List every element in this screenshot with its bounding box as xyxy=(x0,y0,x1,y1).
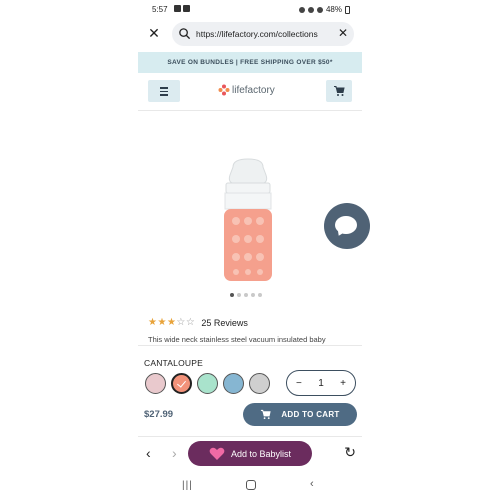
gallery-dots xyxy=(230,293,262,297)
add-to-babylist-button[interactable]: Add to Babylist xyxy=(188,441,312,466)
star-rating: ★★★☆☆ xyxy=(148,317,196,328)
status-time: 5:57 xyxy=(152,5,168,14)
notification-icons xyxy=(174,5,190,12)
chat-button[interactable] xyxy=(324,203,370,249)
gallery-dot[interactable] xyxy=(258,293,262,297)
gallery-dot[interactable] xyxy=(244,293,248,297)
url-text[interactable]: https://lifefactory.com/collections xyxy=(196,29,326,39)
recent-apps-icon[interactable]: ||| xyxy=(182,480,193,491)
quantity-stepper: − 1 + xyxy=(286,370,356,396)
close-tab-icon[interactable]: ✕ xyxy=(146,25,162,41)
site-logo[interactable]: lifefactory xyxy=(218,84,275,96)
reviews-link[interactable]: 25 Reviews xyxy=(201,318,248,328)
add-to-cart-button[interactable]: ADD TO CART xyxy=(243,403,357,426)
cart-icon xyxy=(334,86,345,96)
cart-icon xyxy=(261,409,272,420)
status-right: 48% xyxy=(298,5,350,14)
color-swatches xyxy=(145,373,270,394)
product-image[interactable] xyxy=(198,155,298,290)
clear-url-icon[interactable]: ✕ xyxy=(338,26,348,40)
color-label: CANTALOUPE xyxy=(144,358,203,368)
swatch-cantaloupe[interactable] xyxy=(171,373,192,394)
header-divider xyxy=(138,110,362,111)
reload-icon[interactable]: ↻ xyxy=(344,444,356,461)
url-field[interactable]: https://lifefactory.com/collections ✕ xyxy=(172,22,354,46)
gallery-dot[interactable] xyxy=(230,293,234,297)
system-nav-bar: ||| ‹ xyxy=(138,478,362,494)
add-to-cart-label: ADD TO CART xyxy=(281,410,340,419)
status-bar: 5:57 48% xyxy=(138,0,362,18)
gallery-dot[interactable] xyxy=(251,293,255,297)
home-icon[interactable] xyxy=(246,480,256,490)
quantity-increase-button[interactable]: + xyxy=(340,378,346,389)
product-description: This wide neck stainless steel vacuum in… xyxy=(148,335,326,344)
alarm-icon xyxy=(298,6,305,13)
description-divider xyxy=(138,345,362,346)
forward-arrow-icon[interactable]: › xyxy=(172,445,177,461)
cart-button[interactable] xyxy=(326,80,352,102)
quantity-value[interactable]: 1 xyxy=(318,378,324,389)
product-price: $27.99 xyxy=(144,409,174,420)
browser-url-bar: ✕ https://lifefactory.com/collections ✕ xyxy=(138,20,362,48)
promo-banner[interactable]: SAVE ON BUNDLES | FREE SHIPPING OVER $50… xyxy=(138,52,362,73)
rating-row[interactable]: ★★★☆☆ 25 Reviews xyxy=(148,317,248,328)
battery-level: 48% xyxy=(325,5,342,14)
swatch-blue[interactable] xyxy=(223,373,244,394)
search-icon xyxy=(179,28,191,40)
phone-screen: 5:57 48% ✕ https://lifefactory.com/colle… xyxy=(138,0,370,500)
system-back-icon[interactable]: ‹ xyxy=(310,478,314,490)
babylist-label: Add to Babylist xyxy=(230,448,292,459)
gallery-dot[interactable] xyxy=(237,293,241,297)
back-arrow-icon[interactable]: ‹ xyxy=(146,445,151,461)
site-header: lifefactory xyxy=(138,78,362,106)
wifi-icon xyxy=(316,6,323,13)
browser-bottom-bar: ‹ › Add to Babylist ↻ xyxy=(138,438,362,470)
logo-text: lifefactory xyxy=(232,84,275,96)
menu-button[interactable] xyxy=(148,80,180,102)
bottom-divider xyxy=(138,436,362,437)
heart-icon xyxy=(209,447,225,460)
quantity-decrease-button[interactable]: − xyxy=(296,378,302,389)
swatch-mint[interactable] xyxy=(197,373,218,394)
logo-mark-icon xyxy=(218,84,230,96)
swatch-gray[interactable] xyxy=(249,373,270,394)
mute-icon xyxy=(307,6,314,13)
swatch-pink[interactable] xyxy=(145,373,166,394)
battery-icon xyxy=(345,5,350,14)
